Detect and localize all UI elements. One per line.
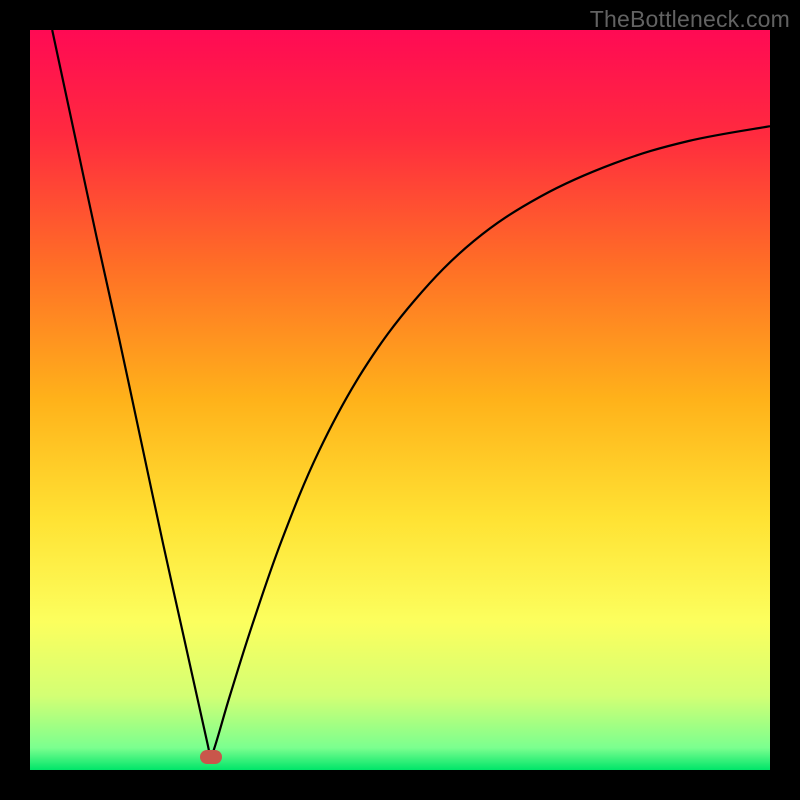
watermark-text: TheBottleneck.com [590, 6, 790, 33]
plot-frame [30, 30, 770, 770]
minimum-marker [200, 750, 222, 764]
bottleneck-curve [30, 30, 770, 770]
